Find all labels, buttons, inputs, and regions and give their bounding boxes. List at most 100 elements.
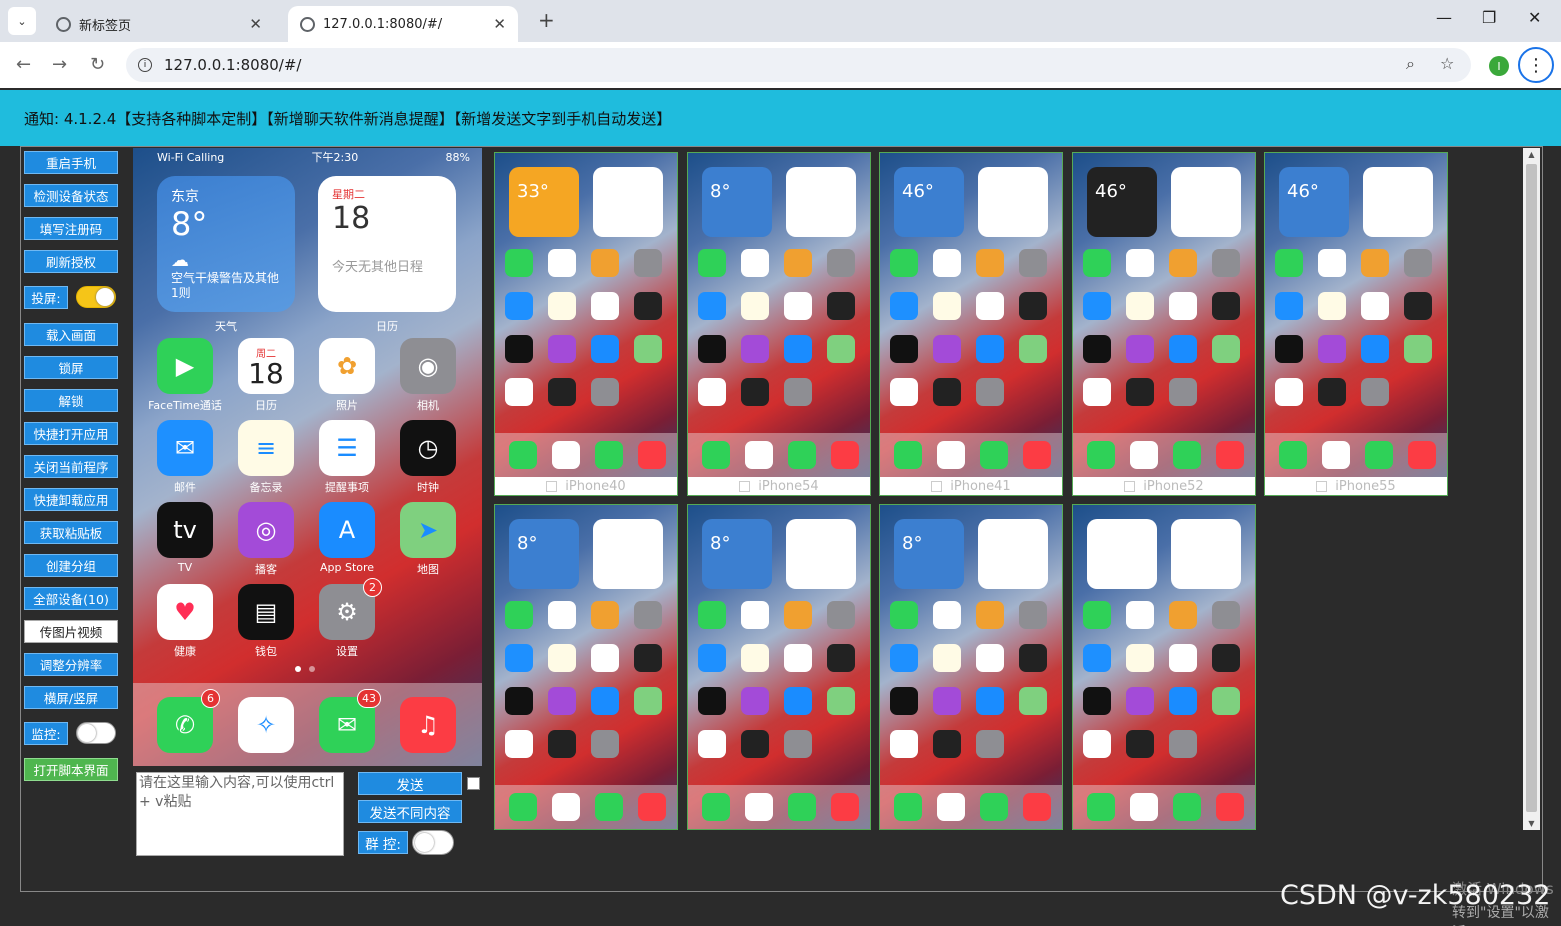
thumb-app-icon bbox=[741, 687, 769, 715]
new-tab-icon[interactable]: + bbox=[538, 8, 555, 32]
forward-icon[interactable]: → bbox=[52, 54, 67, 75]
restore-icon[interactable]: ❐ bbox=[1482, 8, 1496, 27]
health-app[interactable]: ♥ bbox=[157, 584, 213, 640]
thumb-app-icon bbox=[933, 601, 961, 629]
appstore-app[interactable]: A bbox=[319, 502, 375, 558]
tab-localhost[interactable]: 127.0.0.1:8080/#/ ✕ bbox=[288, 6, 518, 42]
tab-label: 127.0.0.1:8080/#/ bbox=[323, 16, 443, 32]
calendar-widget[interactable]: 星期二 18 今天无其他日程 bbox=[318, 176, 456, 312]
maps-app[interactable]: ➤ bbox=[400, 502, 456, 558]
safari-dock-app[interactable]: ✧ bbox=[238, 697, 294, 753]
get-clipboard-button[interactable]: 获取粘贴板 bbox=[24, 521, 118, 544]
appletv-icon: tv bbox=[173, 516, 197, 544]
refresh-license-button[interactable]: 刷新授权 bbox=[24, 250, 118, 273]
message-input[interactable]: 请在这里输入内容,可以使用ctrl + v粘贴 bbox=[136, 772, 344, 856]
photos-app[interactable]: ✿ bbox=[319, 338, 375, 394]
browser-menu-icon[interactable]: ⋮ bbox=[1518, 47, 1554, 83]
main-phone-screen[interactable]: Wi-Fi Calling 下午2:30 88% 东京 8° ☁ 空气干燥警告及… bbox=[133, 148, 482, 766]
device-thumbnail[interactable] bbox=[1072, 504, 1256, 830]
device-thumbnail[interactable]: 46° iPhone55 bbox=[1264, 152, 1448, 496]
monitor-toggle[interactable] bbox=[76, 722, 116, 744]
device-checkbox[interactable] bbox=[546, 480, 558, 492]
unlock-button[interactable]: 解锁 bbox=[24, 389, 118, 412]
quick-open-app-button[interactable]: 快捷打开应用 bbox=[24, 422, 118, 445]
all-devices-button[interactable]: 全部设备(10) bbox=[24, 587, 118, 610]
thumb-app-icon bbox=[505, 601, 533, 629]
reload-icon[interactable]: ↻ bbox=[90, 54, 105, 75]
device-checkbox[interactable] bbox=[1124, 480, 1136, 492]
send-button[interactable]: 发送 bbox=[358, 772, 462, 795]
thumb-weather-widget: 46° bbox=[894, 167, 964, 237]
check-device-status-button[interactable]: 检测设备状态 bbox=[24, 184, 118, 207]
thumb-app-grid bbox=[890, 601, 1055, 758]
orientation-button[interactable]: 横屏/竖屏 bbox=[24, 686, 118, 709]
send-checkbox[interactable] bbox=[467, 777, 480, 790]
camera-app[interactable]: ◉ bbox=[400, 338, 456, 394]
device-thumbnail[interactable]: 33° iPhone40 bbox=[494, 152, 678, 496]
zoom-icon[interactable]: ⌕ bbox=[1406, 54, 1415, 74]
device-checkbox[interactable] bbox=[1316, 480, 1328, 492]
mail-app[interactable]: ✉ bbox=[157, 420, 213, 476]
device-thumbnail[interactable]: 46° iPhone41 bbox=[879, 152, 1063, 496]
thumb-app-icon bbox=[890, 730, 918, 758]
url-field[interactable]: i 127.0.0.1:8080/#/ bbox=[126, 48, 1471, 82]
device-checkbox[interactable] bbox=[739, 480, 751, 492]
site-info-icon[interactable]: i bbox=[138, 58, 152, 72]
adjust-resolution-button[interactable]: 调整分辨率 bbox=[24, 653, 118, 676]
clock-app[interactable]: ◷ bbox=[400, 420, 456, 476]
thumb-app-icon bbox=[741, 249, 769, 277]
music-icon: ♫ bbox=[417, 711, 439, 739]
open-script-ui-button[interactable]: 打开脚本界面 bbox=[24, 758, 118, 781]
load-screen-button[interactable]: 载入画面 bbox=[24, 323, 118, 346]
back-icon[interactable]: ← bbox=[16, 54, 31, 75]
lock-screen-button[interactable]: 锁屏 bbox=[24, 356, 118, 379]
device-thumbnail[interactable]: 8° bbox=[687, 504, 871, 830]
thumb-app-icon bbox=[1169, 292, 1197, 320]
device-name: iPhone40 bbox=[565, 478, 626, 494]
device-thumbnail[interactable]: 8° iPhone54 bbox=[687, 152, 871, 496]
cloud-icon: ☁ bbox=[171, 250, 189, 271]
group-control-toggle[interactable] bbox=[412, 830, 454, 855]
device-thumbnail[interactable]: 8° bbox=[494, 504, 678, 830]
tab-new-tab[interactable]: 新标签页 ✕ bbox=[44, 6, 274, 42]
page-dot bbox=[309, 666, 315, 672]
notes-app[interactable]: ≡ bbox=[238, 420, 294, 476]
tab-search-button[interactable]: ⌄ bbox=[8, 7, 36, 35]
send-different-button[interactable]: 发送不同内容 bbox=[358, 800, 462, 823]
music-dock-app[interactable]: ♫ bbox=[400, 697, 456, 753]
close-tab-icon[interactable]: ✕ bbox=[249, 15, 262, 33]
reminders-app[interactable]: ☰ bbox=[319, 420, 375, 476]
wallet-app[interactable]: ▤ bbox=[238, 584, 294, 640]
close-tab-icon[interactable]: ✕ bbox=[493, 15, 506, 33]
app-label: 健康 bbox=[174, 645, 196, 658]
podcasts-app[interactable]: ◎ bbox=[238, 502, 294, 558]
minimize-icon[interactable]: — bbox=[1436, 8, 1452, 27]
messages-icon: ✉ bbox=[336, 711, 358, 739]
facetime-app[interactable]: ▶ bbox=[157, 338, 213, 394]
scroll-down-icon[interactable]: ▼ bbox=[1523, 819, 1540, 828]
device-thumbnail[interactable]: 46° iPhone52 bbox=[1072, 152, 1256, 496]
create-group-button[interactable]: 创建分组 bbox=[24, 554, 118, 577]
scrollbar[interactable]: ▲ ▼ bbox=[1523, 148, 1540, 830]
appletv-app[interactable]: tv bbox=[157, 502, 213, 558]
device-thumbnail[interactable]: 8° bbox=[879, 504, 1063, 830]
scrollbar-thumb[interactable] bbox=[1526, 164, 1537, 812]
thumb-weather-widget: 46° bbox=[1279, 167, 1349, 237]
scroll-up-icon[interactable]: ▲ bbox=[1523, 150, 1540, 159]
profile-avatar[interactable]: I bbox=[1489, 56, 1509, 76]
restart-phone-button[interactable]: 重启手机 bbox=[24, 151, 118, 174]
enter-register-code-button[interactable]: 填写注册码 bbox=[24, 217, 118, 240]
app-label: 钱包 bbox=[255, 645, 277, 658]
upload-media-button[interactable]: 传图片视频 bbox=[24, 620, 118, 643]
thumb-app-icon bbox=[1169, 335, 1197, 363]
screen-cast-toggle[interactable] bbox=[76, 286, 116, 308]
quick-uninstall-app-button[interactable]: 快捷卸载应用 bbox=[24, 488, 118, 511]
thumb-dock-icon bbox=[937, 441, 965, 469]
close-current-app-button[interactable]: 关闭当前程序 bbox=[24, 455, 118, 478]
bookmark-star-icon[interactable]: ☆ bbox=[1440, 54, 1454, 73]
weather-widget[interactable]: 东京 8° ☁ 空气干燥警告及其他1则 bbox=[157, 176, 295, 312]
thumb-app-icon bbox=[741, 644, 769, 672]
close-window-icon[interactable]: ✕ bbox=[1528, 8, 1541, 27]
device-checkbox[interactable] bbox=[931, 480, 943, 492]
calendar-app[interactable]: 周二 18 bbox=[238, 338, 294, 394]
